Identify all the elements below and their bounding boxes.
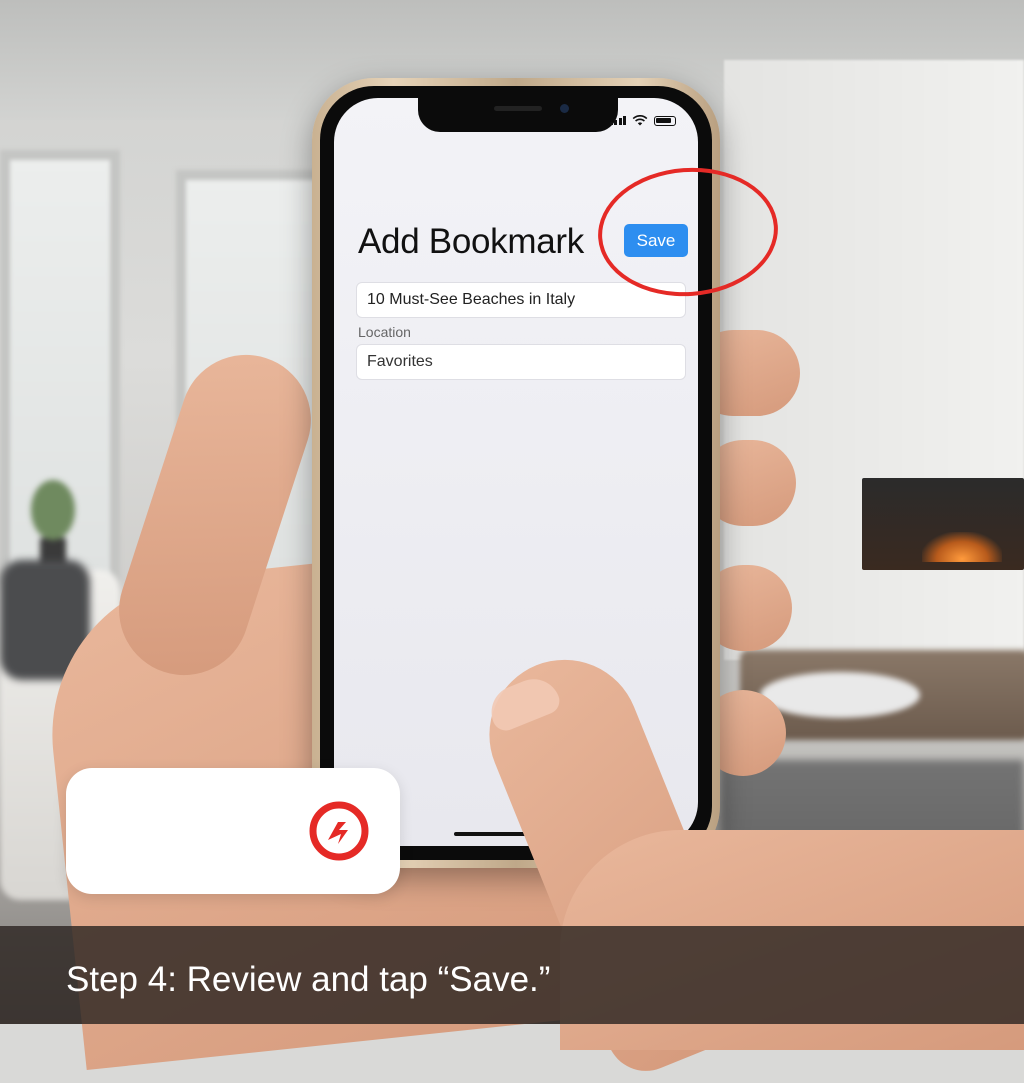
location-field[interactable]: Favorites <box>356 344 686 380</box>
fireplace <box>862 478 1024 570</box>
bowl <box>760 672 920 718</box>
fire <box>922 532 1002 562</box>
page-title: Add Bookmark <box>358 222 584 261</box>
battery-icon <box>654 115 676 126</box>
status-bar <box>609 115 676 126</box>
location-label: Location <box>358 324 411 340</box>
cellular-signal-icon <box>609 116 626 125</box>
bookmark-title-field[interactable]: 10 Must-See Beaches in Italy <box>356 282 686 318</box>
wifi-icon <box>632 115 648 126</box>
caption-bar: Step 4: Review and tap “Save.” <box>0 926 1024 1024</box>
refresh-arrow-logo-icon <box>309 801 369 861</box>
notch <box>418 98 618 132</box>
step-caption: Step 4: Review and tap “Save.” <box>66 960 551 999</box>
front-camera <box>560 104 569 113</box>
brand-card <box>66 768 400 894</box>
speaker <box>494 106 542 111</box>
plant <box>31 480 75 568</box>
